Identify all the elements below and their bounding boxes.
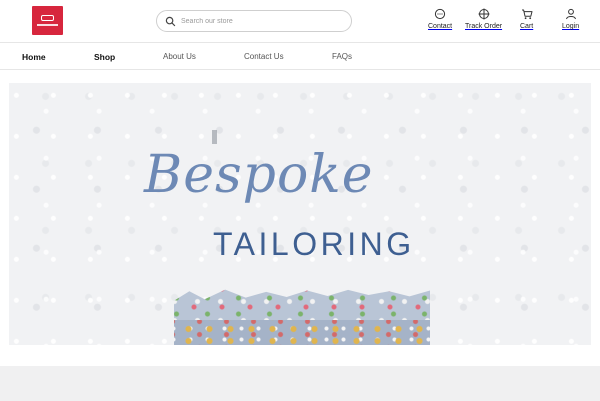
search-icon[interactable]: [165, 16, 176, 27]
login-link[interactable]: Login: [562, 8, 579, 30]
paisley-fabric-roll: [174, 320, 430, 345]
logo-mark-icon: [41, 15, 54, 21]
contact-link[interactable]: Contact: [428, 8, 452, 30]
nav-item-home[interactable]: Home: [22, 52, 46, 62]
login-label: Login: [562, 23, 580, 30]
nav-item-faqs[interactable]: FAQs: [332, 52, 352, 61]
user-icon: [565, 8, 576, 20]
main-nav: Home Shop About Us Contact Us FAQs: [0, 42, 600, 70]
nav-item-shop[interactable]: Shop: [94, 52, 115, 62]
cart-link[interactable]: Cart: [520, 8, 533, 30]
banner-mark: [212, 130, 217, 144]
cart-label: Cart: [520, 23, 534, 30]
crosshair-icon: [478, 8, 490, 20]
nav-item-contact-us[interactable]: Contact Us: [244, 52, 284, 61]
fabric-swatch-image: [174, 288, 430, 345]
page-bottom-band: [0, 366, 600, 401]
chat-bubble-icon: [434, 8, 446, 20]
track-order-label: Track Order: [465, 23, 503, 30]
search-input[interactable]: [181, 14, 341, 29]
logo-wordmark: [37, 24, 58, 26]
track-order-link[interactable]: Track Order: [465, 8, 502, 30]
floral-fabric-top: [174, 289, 430, 320]
banner-block-heading: TAILORING: [213, 226, 415, 262]
contact-label: Contact: [428, 23, 453, 30]
cart-icon: [521, 9, 533, 20]
site-header: Contact Track Order Cart Login: [0, 0, 600, 42]
hero-banner[interactable]: Bespoke TAILORING: [9, 83, 591, 345]
store-logo[interactable]: [32, 6, 63, 35]
banner-script-heading: Bespoke: [144, 145, 374, 205]
nav-item-about-us[interactable]: About Us: [163, 52, 196, 61]
search-bar[interactable]: [156, 10, 352, 32]
